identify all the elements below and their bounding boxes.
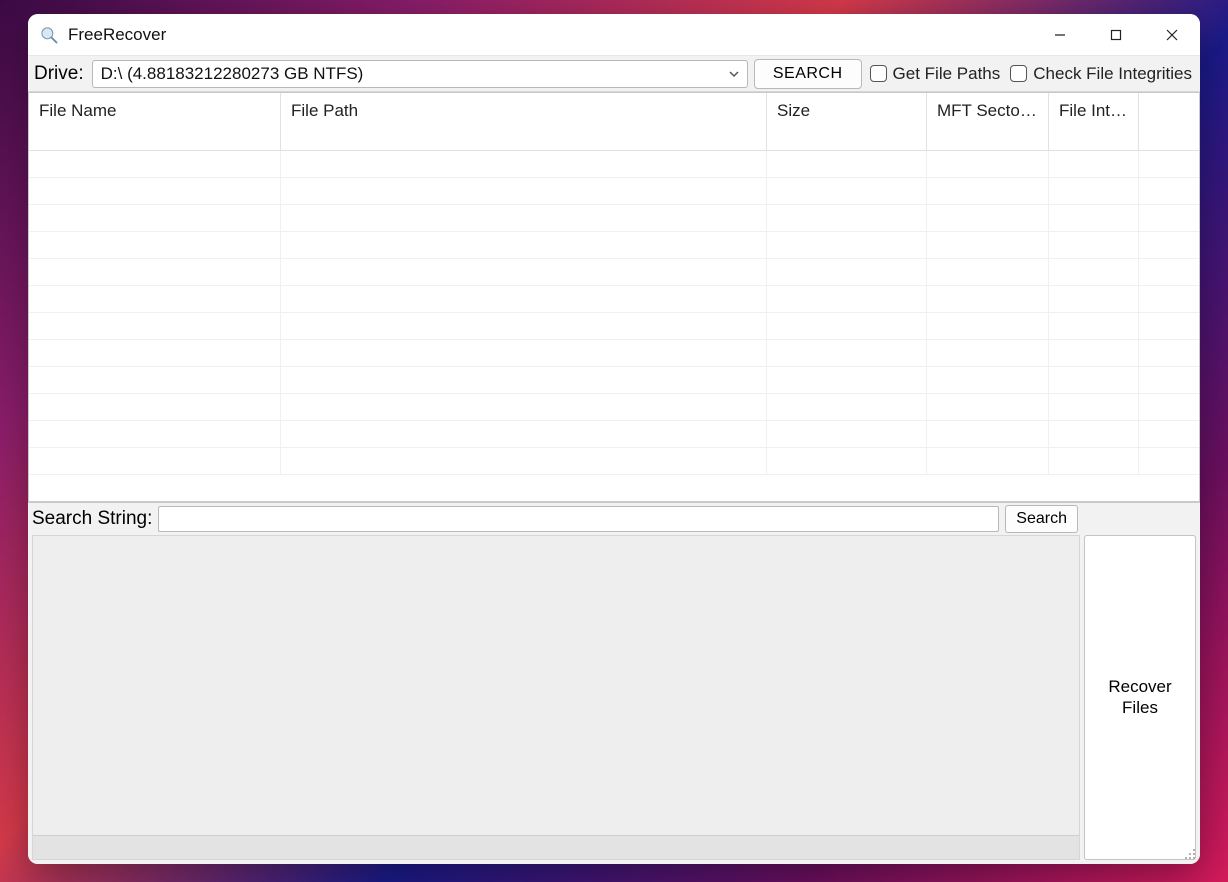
column-header-filler: [1139, 93, 1199, 150]
table-row[interactable]: [29, 178, 1199, 205]
table-row[interactable]: [29, 259, 1199, 286]
column-header-mft-sector[interactable]: MFT Sector ...: [927, 93, 1049, 150]
checkbox-box: [870, 65, 887, 82]
table-row[interactable]: [29, 340, 1199, 367]
table-row[interactable]: [29, 232, 1199, 259]
search-string-bar: Search String: Search: [28, 502, 1200, 533]
search-drive-button[interactable]: SEARCH: [754, 59, 862, 89]
search-string-input[interactable]: [158, 506, 999, 532]
preview-pane: [32, 535, 1080, 860]
table-body: [29, 151, 1199, 501]
table-row[interactable]: [29, 151, 1199, 178]
table-row[interactable]: [29, 367, 1199, 394]
table-header: File Name File Path Size MFT Sector ... …: [29, 93, 1199, 151]
column-header-file-name[interactable]: File Name: [29, 93, 281, 150]
minimize-button[interactable]: [1032, 14, 1088, 56]
table-row[interactable]: [29, 448, 1199, 475]
search-string-label: Search String:: [32, 508, 152, 530]
toolbar: Drive: D:\ (4.88183212280273 GB NTFS) SE…: [28, 56, 1200, 92]
resize-grip-icon[interactable]: [1182, 846, 1196, 860]
table-row[interactable]: [29, 313, 1199, 340]
drive-select-value: D:\ (4.88183212280273 GB NTFS): [93, 64, 721, 84]
drive-label: Drive:: [34, 63, 86, 85]
table-row[interactable]: [29, 205, 1199, 232]
preview-body: [33, 536, 1079, 835]
get-file-paths-checkbox[interactable]: Get File Paths: [868, 64, 1003, 84]
checkbox-label: Check File Integrities: [1033, 64, 1192, 84]
close-button[interactable]: [1144, 14, 1200, 56]
table-row[interactable]: [29, 286, 1199, 313]
chevron-down-icon: [721, 68, 747, 80]
results-table[interactable]: File Name File Path Size MFT Sector ... …: [28, 92, 1200, 502]
drive-select[interactable]: D:\ (4.88183212280273 GB NTFS): [92, 60, 748, 88]
titlebar: FreeRecover: [28, 14, 1200, 56]
magnifier-icon: [38, 24, 60, 46]
check-file-integrities-checkbox[interactable]: Check File Integrities: [1008, 64, 1194, 84]
column-header-file-integ[interactable]: File Inte...: [1049, 93, 1139, 150]
app-window: FreeRecover Drive: D:\ (4.88183212280273…: [28, 14, 1200, 864]
window-title: FreeRecover: [68, 25, 166, 45]
column-header-file-path[interactable]: File Path: [281, 93, 767, 150]
lower-panel: Recover Files: [28, 533, 1200, 864]
maximize-button[interactable]: [1088, 14, 1144, 56]
recover-files-button[interactable]: Recover Files: [1084, 535, 1196, 860]
column-header-size[interactable]: Size: [767, 93, 927, 150]
table-row[interactable]: [29, 394, 1199, 421]
checkbox-label: Get File Paths: [893, 64, 1001, 84]
table-row[interactable]: [29, 421, 1199, 448]
status-bar: [33, 835, 1079, 859]
search-string-button[interactable]: Search: [1005, 505, 1078, 533]
checkbox-box: [1010, 65, 1027, 82]
